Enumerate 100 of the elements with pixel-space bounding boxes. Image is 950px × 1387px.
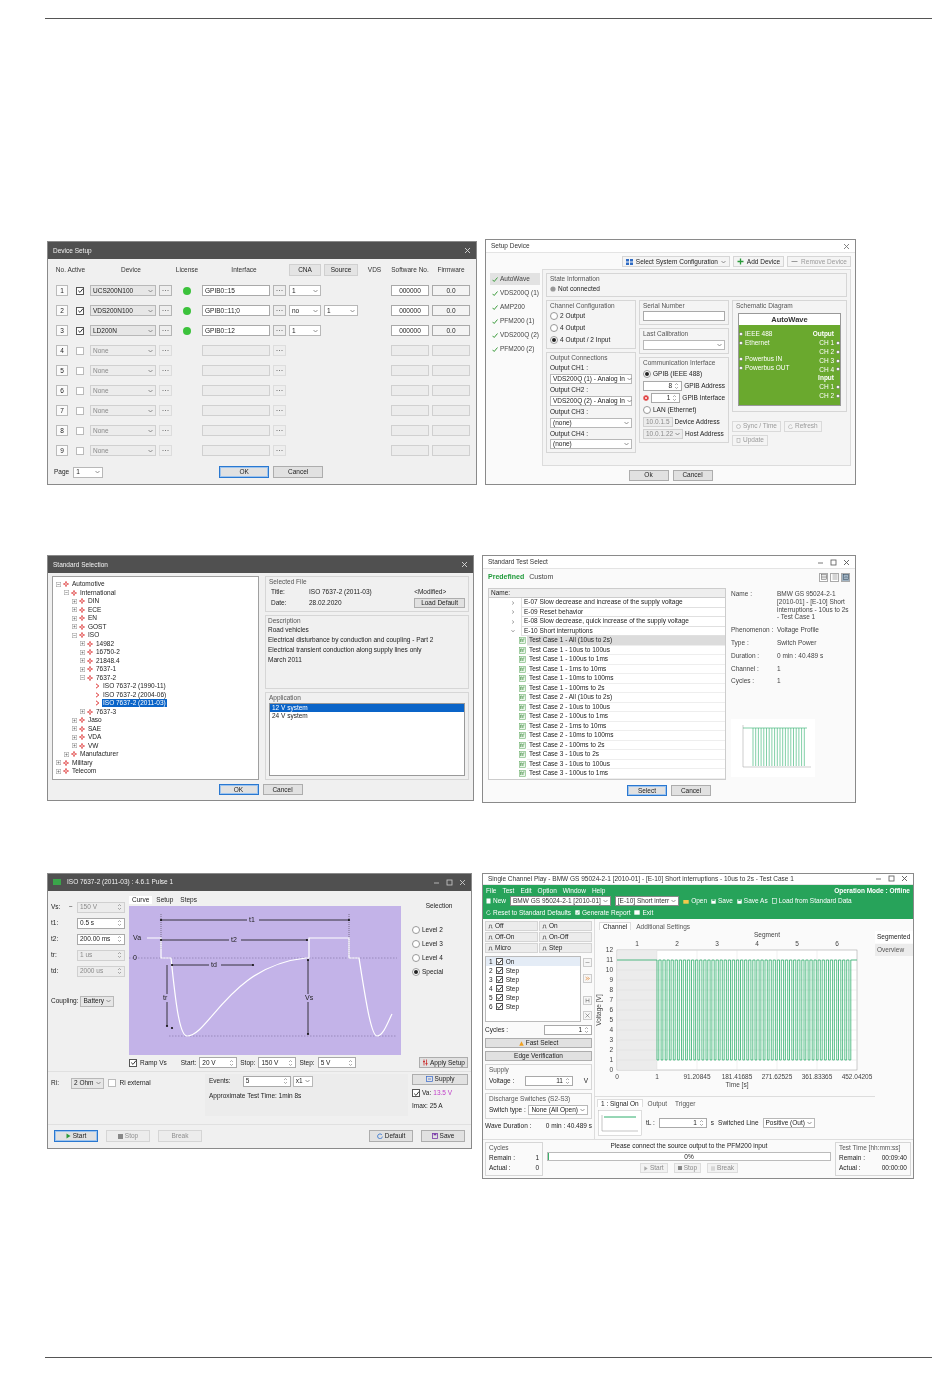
- tool-button[interactable]: [583, 1011, 592, 1021]
- close-icon[interactable]: [843, 242, 850, 250]
- checkbox[interactable]: [495, 967, 503, 975]
- interface-field[interactable]: [202, 425, 270, 436]
- radio-button[interactable]: [550, 336, 558, 345]
- software-field[interactable]: [391, 385, 429, 396]
- expand-icon[interactable]: [80, 641, 85, 647]
- software-field[interactable]: [391, 445, 429, 456]
- radio-button[interactable]: [550, 312, 558, 321]
- radio-button[interactable]: [412, 925, 420, 934]
- expand-icon[interactable]: [56, 768, 61, 774]
- radio-button[interactable]: [412, 939, 420, 948]
- browse-button[interactable]: [159, 445, 172, 456]
- checkbox[interactable]: [76, 426, 84, 435]
- checkbox[interactable]: [495, 994, 503, 1002]
- calibration-dropdown[interactable]: [643, 340, 725, 351]
- expand-icon[interactable]: [56, 760, 61, 766]
- firmware-field[interactable]: [432, 385, 470, 396]
- firmware-field[interactable]: [432, 425, 470, 436]
- close-icon[interactable]: [843, 558, 850, 566]
- expand-icon[interactable]: [72, 717, 77, 723]
- checkbox[interactable]: [76, 286, 84, 295]
- collapse-icon[interactable]: [64, 590, 69, 596]
- expand-icon[interactable]: [72, 734, 77, 740]
- checkbox[interactable]: [495, 985, 503, 993]
- firmware-field[interactable]: [432, 365, 470, 376]
- maximize-icon[interactable]: [888, 875, 895, 882]
- browse-button[interactable]: [159, 425, 172, 436]
- interface-field[interactable]: [202, 385, 270, 396]
- radio-button[interactable]: [643, 406, 651, 414]
- browse-button[interactable]: [159, 365, 172, 376]
- checkbox[interactable]: [76, 446, 84, 455]
- collapse-icon[interactable]: [80, 675, 85, 681]
- checkbox[interactable]: [412, 1089, 420, 1097]
- expand-icon[interactable]: [72, 598, 77, 604]
- radio-button[interactable]: [412, 967, 420, 976]
- tool-button[interactable]: [583, 958, 592, 968]
- checkbox[interactable]: [495, 1003, 503, 1011]
- firmware-field[interactable]: [432, 345, 470, 356]
- interface-field[interactable]: [202, 445, 270, 456]
- browse-button[interactable]: [159, 405, 172, 416]
- radio-button[interactable]: [412, 953, 420, 962]
- checkbox[interactable]: [107, 1079, 116, 1087]
- interface-field[interactable]: [202, 345, 270, 356]
- browse-button[interactable]: [273, 405, 286, 416]
- serial-number-field[interactable]: [643, 311, 725, 322]
- expand-icon[interactable]: [64, 751, 69, 757]
- checkbox[interactable]: [76, 306, 84, 315]
- software-field[interactable]: [391, 345, 429, 356]
- software-field[interactable]: [391, 425, 429, 436]
- radio-button[interactable]: [550, 324, 558, 333]
- expand-icon[interactable]: [72, 615, 77, 621]
- browse-button[interactable]: [273, 345, 286, 356]
- expand-icon[interactable]: [80, 649, 85, 655]
- browse-button[interactable]: [159, 305, 172, 316]
- browse-button[interactable]: [159, 285, 172, 296]
- radio-button[interactable]: [643, 370, 651, 378]
- browse-button[interactable]: [273, 385, 286, 396]
- checkbox[interactable]: [76, 346, 84, 355]
- browse-button[interactable]: [273, 325, 286, 336]
- expand-icon[interactable]: [80, 658, 85, 664]
- checkbox[interactable]: [76, 406, 84, 415]
- chevron-right-icon[interactable]: [511, 610, 515, 615]
- interface-field[interactable]: [202, 365, 270, 376]
- browse-button[interactable]: [159, 345, 172, 356]
- software-field[interactable]: [391, 365, 429, 376]
- browse-button[interactable]: [273, 425, 286, 436]
- checkbox[interactable]: [129, 1058, 137, 1067]
- view-button[interactable]: [830, 572, 839, 582]
- firmware-field[interactable]: [432, 445, 470, 456]
- chevron-right-icon[interactable]: [511, 600, 515, 605]
- checkbox[interactable]: [76, 366, 84, 375]
- minimize-icon[interactable]: [875, 875, 882, 882]
- browse-button[interactable]: [273, 445, 286, 456]
- interface-field[interactable]: [202, 405, 270, 416]
- browse-button[interactable]: [159, 325, 172, 336]
- expand-icon[interactable]: [72, 726, 77, 732]
- view-button[interactable]: [819, 572, 828, 582]
- browse-button[interactable]: [273, 365, 286, 376]
- collapse-icon[interactable]: [72, 632, 77, 638]
- expand-icon[interactable]: [72, 743, 77, 749]
- expand-icon[interactable]: [72, 624, 77, 630]
- close-icon[interactable]: [901, 875, 908, 882]
- maximize-icon[interactable]: [830, 558, 837, 566]
- browse-button[interactable]: [159, 385, 172, 396]
- firmware-field[interactable]: [432, 405, 470, 416]
- checkbox[interactable]: [495, 976, 503, 984]
- chevron-right-icon[interactable]: [511, 619, 515, 624]
- tool-button[interactable]: [583, 995, 592, 1005]
- checkbox[interactable]: [76, 326, 84, 335]
- browse-button[interactable]: [273, 285, 286, 296]
- tool-button[interactable]: [583, 973, 592, 983]
- expand-icon[interactable]: [80, 666, 85, 672]
- expand-icon[interactable]: [80, 709, 85, 715]
- checkbox[interactable]: [495, 958, 503, 966]
- view-button[interactable]: [841, 572, 850, 582]
- software-field[interactable]: [391, 405, 429, 416]
- browse-button[interactable]: [273, 305, 286, 316]
- collapse-icon[interactable]: [56, 581, 61, 587]
- expand-icon[interactable]: [72, 607, 77, 613]
